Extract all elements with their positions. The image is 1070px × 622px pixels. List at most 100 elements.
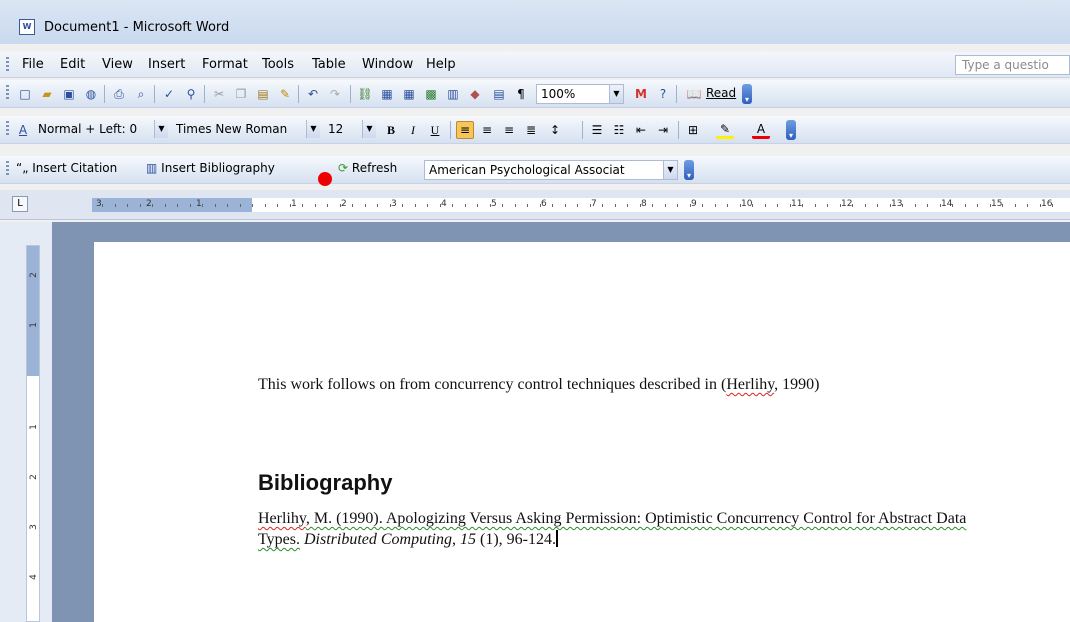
align-center-icon[interactable]: ≡: [478, 121, 496, 139]
help-icon[interactable]: ?: [654, 85, 672, 103]
bibliography-entry[interactable]: Herlihy, M. (1990). Apologizing Versus A…: [258, 508, 978, 550]
columns-icon[interactable]: ▥: [444, 85, 462, 103]
font-size-select[interactable]: 12 ▼: [324, 120, 376, 140]
drawing-icon[interactable]: ◆: [466, 85, 484, 103]
menu-insert[interactable]: Insert: [148, 57, 185, 72]
style-value: Normal + Left: 0: [38, 122, 138, 136]
menu-table[interactable]: Table: [312, 57, 346, 72]
ruler-tick: [764, 204, 766, 207]
insert-bibliography-button[interactable]: ▥ Insert Bibliography: [146, 161, 275, 175]
book-icon: ▥: [146, 161, 158, 175]
help-search-input[interactable]: Type a questio: [955, 55, 1070, 75]
ruler-tick: [314, 204, 316, 207]
ruler-tick: [702, 204, 703, 207]
standard-toolbar: □ ▰ ▣ ◍ ⎙ ⌕ ✓ ⚲ ✂ ❐ ▤ ✎ ↶ ↷ ⛓ ▦ ▦ ▩ ▥ ◆ …: [0, 80, 1070, 108]
toolbar-separator: [450, 121, 451, 139]
save-icon[interactable]: ▣: [60, 85, 78, 103]
toolbar-options-chevron[interactable]: ▾: [786, 120, 796, 140]
ruler-tick: [264, 204, 266, 207]
menu-bar: File Edit View Insert Format Tools Table…: [0, 52, 1070, 78]
insert-citation-button[interactable]: “„ Insert Citation: [16, 161, 117, 175]
vertical-ruler[interactable]: 2 1 1 2 3 4: [26, 245, 40, 622]
style-select[interactable]: Normal + Left: 0 ▼: [34, 120, 168, 140]
macro-icon[interactable]: M: [632, 85, 650, 103]
tables-borders-icon[interactable]: ▦: [378, 85, 396, 103]
grip-handle[interactable]: [6, 121, 9, 137]
chevron-down-icon[interactable]: ▼: [154, 120, 168, 138]
show-hide-pilcrow-icon[interactable]: ¶: [512, 85, 530, 103]
ruler-number: 11: [791, 199, 803, 209]
increase-indent-icon[interactable]: ⇥: [654, 121, 672, 139]
menu-help[interactable]: Help: [426, 57, 456, 72]
ruler-tick: [952, 204, 953, 207]
refresh-button[interactable]: ⟳ Refresh: [338, 161, 397, 175]
menu-view[interactable]: View: [102, 57, 133, 72]
horizontal-ruler[interactable]: 3 2 1 1 2 3 4 5 6 7 8 9 10 11 12 13 14 15 16: [92, 198, 1070, 212]
justify-icon[interactable]: ≣: [522, 121, 540, 139]
insert-excel-icon[interactable]: ▩: [422, 85, 440, 103]
decrease-indent-icon[interactable]: ⇤: [632, 121, 650, 139]
numbering-icon[interactable]: ☰: [588, 121, 606, 139]
ruler-tick: [689, 204, 691, 207]
cut-icon[interactable]: ✂: [210, 85, 228, 103]
underline-button[interactable]: U: [426, 121, 444, 139]
format-painter-icon[interactable]: ✎: [276, 85, 294, 103]
chevron-down-icon[interactable]: ▼: [609, 85, 623, 103]
menu-file[interactable]: File: [22, 57, 44, 72]
hyperlink-icon[interactable]: ⛓: [356, 85, 374, 103]
ruler-number: 9: [691, 199, 697, 209]
print-icon[interactable]: ⎙: [110, 85, 128, 103]
font-select[interactable]: Times New Roman ▼: [172, 120, 320, 140]
open-folder-icon[interactable]: ▰: [38, 85, 56, 103]
read-icon[interactable]: 📖: [684, 85, 704, 103]
copy-icon[interactable]: ❐: [232, 85, 250, 103]
ruler-tick: [439, 204, 441, 207]
ruler-tick: [752, 204, 753, 207]
toolbar-options-chevron[interactable]: ▾: [742, 84, 752, 104]
ruler-tick: [389, 204, 391, 207]
grip-handle[interactable]: [6, 85, 9, 101]
citation-field[interactable]: Herlihy: [726, 376, 774, 393]
chevron-down-icon[interactable]: ▼: [362, 120, 376, 138]
research-icon[interactable]: ⚲: [182, 85, 200, 103]
insert-table-icon[interactable]: ▦: [400, 85, 418, 103]
line-spacing-icon[interactable]: ↕: [546, 121, 564, 139]
ruler-tick: [114, 204, 116, 207]
read-button[interactable]: Read: [706, 86, 736, 100]
zoom-select[interactable]: 100% ▼: [536, 84, 624, 104]
tab-selector-button[interactable]: L: [12, 196, 28, 212]
align-left-icon[interactable]: ≡: [456, 121, 474, 139]
document-page[interactable]: This work follows on from concurrency co…: [94, 242, 1070, 622]
redo-icon[interactable]: ↷: [326, 85, 344, 103]
document-map-icon[interactable]: ▤: [490, 85, 508, 103]
menu-window[interactable]: Window: [362, 57, 413, 72]
borders-icon[interactable]: ⊞: [684, 121, 702, 139]
citation-style-select[interactable]: American Psychological Associat ▼: [424, 160, 678, 180]
toolbar-options-chevron[interactable]: ▾: [684, 160, 694, 180]
align-right-icon[interactable]: ≡: [500, 121, 518, 139]
font-color-icon[interactable]: A: [752, 121, 770, 139]
chevron-down-icon[interactable]: ▼: [306, 120, 320, 138]
paragraph-after: , 1990): [774, 376, 820, 393]
bullets-icon[interactable]: ☷: [610, 121, 628, 139]
menu-format[interactable]: Format: [202, 57, 248, 72]
new-document-icon[interactable]: □: [16, 85, 34, 103]
ruler-number: 14: [941, 199, 953, 209]
print-preview-icon[interactable]: ⌕: [132, 85, 150, 103]
styles-formatting-icon[interactable]: A: [14, 121, 32, 139]
undo-icon[interactable]: ↶: [304, 85, 322, 103]
grip-handle[interactable]: [6, 57, 9, 73]
grip-handle[interactable]: [6, 161, 9, 177]
spelling-icon[interactable]: ✓: [160, 85, 178, 103]
menu-tools[interactable]: Tools: [262, 57, 294, 72]
bold-button[interactable]: B: [382, 121, 400, 139]
word-app-icon[interactable]: W: [19, 19, 35, 35]
permission-icon[interactable]: ◍: [82, 85, 100, 103]
chevron-down-icon[interactable]: ▼: [663, 161, 677, 179]
insert-bibliography-label: Insert Bibliography: [161, 161, 275, 175]
body-paragraph[interactable]: This work follows on from concurrency co…: [258, 374, 978, 396]
highlight-icon[interactable]: ✎: [716, 121, 734, 139]
menu-edit[interactable]: Edit: [60, 57, 85, 72]
paste-icon[interactable]: ▤: [254, 85, 272, 103]
italic-button[interactable]: I: [404, 121, 422, 139]
